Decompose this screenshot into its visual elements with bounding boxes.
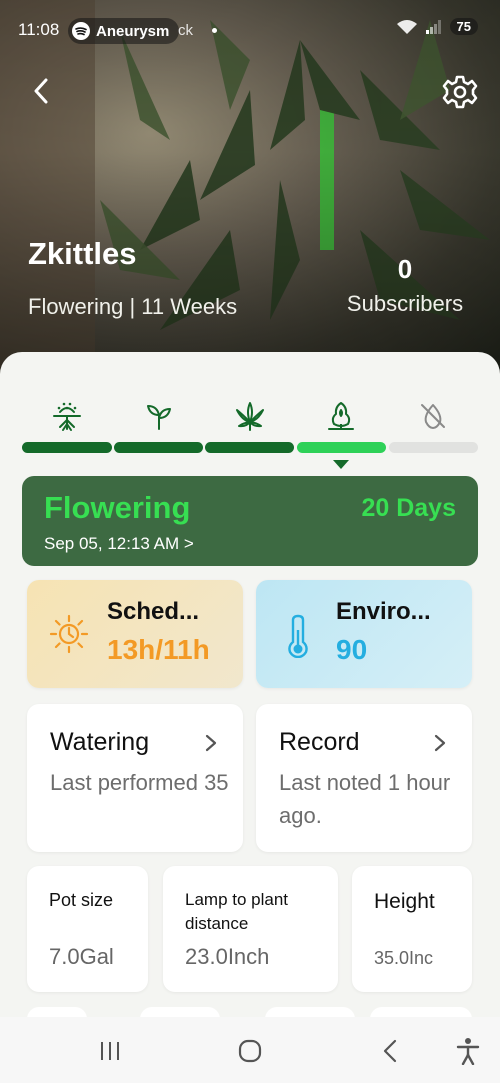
home-button[interactable] — [230, 1035, 270, 1067]
accessibility-icon — [456, 1038, 480, 1065]
seedling-icon — [147, 405, 171, 430]
status-extra: ck — [178, 22, 193, 39]
plant-detail-sheet: Flowering 20 Days Sep 05, 12:13 AM > Sch… — [0, 352, 500, 1083]
status-bar: 11:08 Aneurysm ck 75 — [0, 0, 500, 60]
system-back-button[interactable] — [370, 1035, 410, 1067]
stage-progress-bar — [22, 442, 478, 454]
stage-harvest[interactable] — [388, 396, 478, 436]
recent-apps-button[interactable] — [90, 1035, 130, 1067]
environment-title: Enviro... — [336, 598, 431, 625]
now-playing-pill[interactable]: Aneurysm — [68, 18, 180, 44]
lamp-distance-value: 23.0Inch — [185, 944, 270, 969]
watering-title: Watering — [50, 728, 150, 756]
status-time: 11:08 — [18, 20, 60, 39]
stage-segment-5 — [389, 442, 478, 453]
height-value: 35.0Inc — [374, 948, 434, 968]
back-button[interactable] — [24, 74, 58, 108]
current-stage-name: Flowering — [44, 490, 191, 525]
lamp-distance-card[interactable]: Lamp to plant distance 23.0Inch — [163, 866, 338, 992]
accessibility-button[interactable] — [448, 1035, 488, 1067]
schedule-value: 13h/11h — [107, 634, 210, 665]
plant-stage-summary: Flowering | 11 Weeks — [28, 294, 238, 319]
gear-icon — [442, 75, 478, 109]
stage-segment-2 — [114, 442, 203, 453]
pot-size-label: Pot size — [49, 890, 114, 910]
signal-icon — [425, 19, 441, 34]
flowering-icon — [328, 402, 354, 430]
height-card[interactable]: Height 35.0Inc — [352, 866, 472, 992]
stage-seedling[interactable] — [114, 396, 204, 436]
environment-value: 90 — [336, 634, 368, 665]
thermometer-icon — [288, 614, 308, 658]
notification-dot — [212, 28, 217, 33]
record-title: Record — [279, 728, 360, 756]
stage-icons — [22, 396, 478, 436]
watering-card[interactable]: Watering Last performed 35 — [27, 704, 243, 852]
record-description: Last noted 1 hour ago. — [279, 770, 451, 828]
current-stage-days: 20 Days — [361, 494, 456, 522]
pot-size-value: 7.0Gal — [49, 944, 114, 969]
plant-name: Zkittles — [28, 236, 137, 271]
status-icons: 75 — [396, 18, 478, 35]
germination-icon — [53, 402, 81, 431]
stage-segment-3 — [205, 442, 294, 453]
settings-button[interactable] — [440, 72, 480, 112]
schedule-tile[interactable]: Sched... 13h/11h — [27, 580, 243, 688]
height-label: Height — [374, 890, 435, 913]
system-nav-bar — [0, 1017, 500, 1083]
subscribers[interactable]: 0 Subscribers — [335, 254, 475, 317]
lamp-distance-label: Lamp to plant distance — [185, 890, 289, 933]
stage-vegetative[interactable] — [205, 396, 295, 436]
record-card[interactable]: Record Last noted 1 hour ago. — [256, 704, 472, 852]
vegetative-icon — [236, 402, 264, 431]
sun-icon — [49, 614, 89, 654]
plant-hero: 11:08 Aneurysm ck 75 Zkittles Flowering … — [0, 0, 500, 380]
subscribers-count: 0 — [397, 254, 413, 284]
now-playing-label: Aneurysm — [96, 22, 170, 40]
watering-description: Last performed 35 — [50, 770, 229, 795]
home-icon — [238, 1039, 262, 1063]
battery-indicator: 75 — [449, 18, 478, 35]
stage-segment-4 — [297, 442, 386, 453]
recent-apps-icon — [101, 1042, 119, 1060]
chevron-right-icon — [205, 734, 217, 752]
current-stage-start-date: Sep 05, 12:13 AM > — [44, 534, 194, 553]
back-icon — [383, 1039, 397, 1063]
wifi-icon — [396, 19, 417, 34]
environment-tile[interactable]: Enviro... 90 — [256, 580, 472, 688]
chevron-right-icon — [434, 734, 446, 752]
schedule-title: Sched... — [107, 598, 200, 625]
stage-germination[interactable] — [22, 396, 112, 436]
harvest-icon — [421, 404, 445, 429]
spotify-icon — [72, 22, 90, 40]
current-stage-pointer — [333, 460, 349, 469]
chevron-left-icon — [34, 78, 48, 104]
stage-flowering[interactable] — [296, 396, 386, 436]
stage-segment-1 — [22, 442, 112, 453]
subscribers-label: Subscribers — [346, 291, 464, 316]
current-stage-card[interactable]: Flowering 20 Days Sep 05, 12:13 AM > — [22, 476, 478, 566]
pot-size-card[interactable]: Pot size 7.0Gal — [27, 866, 148, 992]
